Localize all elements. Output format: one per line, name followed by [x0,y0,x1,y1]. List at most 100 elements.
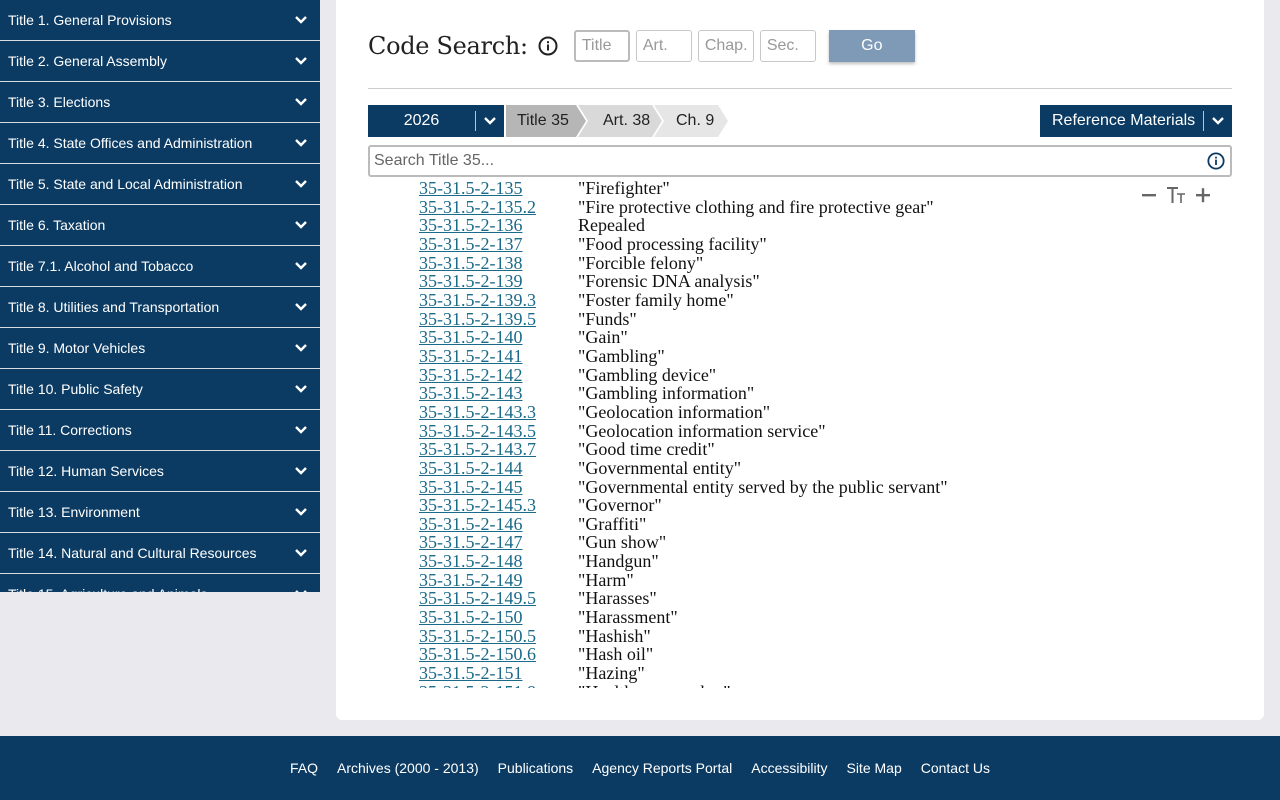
definition-row: 35-31.5-2-149.5 "Harasses" [419,589,948,608]
section-link[interactable]: 35-31.5-2-150.5 [419,627,578,646]
chevron-down-icon[interactable] [294,177,308,191]
chevron-down-icon[interactable] [294,54,308,68]
title-search-field[interactable] [368,145,1232,177]
section-link[interactable]: 35-31.5-2-143 [419,384,578,403]
section-link[interactable]: 35-31.5-2-145 [419,477,578,497]
title-search-input[interactable] [374,152,1206,170]
section-link[interactable]: 35-31.5-2-150.6 [419,645,578,664]
sidebar-item[interactable]: Title 10. Public Safety [0,369,320,410]
section-link[interactable]: 35-31.5-2-149.5 [419,589,578,608]
chevron-down-icon[interactable] [294,218,308,232]
sidebar-item[interactable]: Title 13. Environment [0,492,320,533]
section-link[interactable]: 35-31.5-2-139.3 [419,291,578,310]
sidebar-item[interactable]: Title 7.1. Alcohol and Tobacco [0,246,320,287]
footer-link[interactable]: Publications [498,760,574,776]
chevron-down-icon[interactable] [294,464,308,478]
chevron-down-icon[interactable] [294,300,308,314]
section-link[interactable]: 35-31.5-2-148 [419,552,578,571]
section-link[interactable]: 35-31.5-2-143.7 [419,440,578,459]
section-link[interactable]: 35-31.5-2-136 [419,216,578,235]
section-link[interactable]: 35-31.5-2-142 [419,365,578,385]
definition-term: "Funds" [578,308,637,329]
section-link[interactable]: 35-31.5-2-145.3 [419,496,578,515]
breadcrumb-title[interactable]: Title 35 [506,105,586,137]
sidebar-item[interactable]: Title 12. Human Services [0,451,320,492]
definition-term: "Governor" [578,495,662,516]
section-link[interactable]: 35-31.5-2-149 [419,571,578,590]
chevron-down-icon[interactable] [294,546,308,560]
year-select[interactable]: 2026 [368,105,504,137]
footer-link[interactable]: FAQ [290,760,318,776]
sidebar-item[interactable]: Title 9. Motor Vehicles [0,328,320,369]
sidebar-item[interactable]: Title 3. Elections [0,82,320,123]
section-link[interactable]: 35-31.5-2-139 [419,272,578,291]
section-link[interactable]: 35-31.5-2-135 [419,180,578,198]
section-link[interactable]: 35-31.5-2-137 [419,235,578,254]
sidebar-item[interactable]: Title 14. Natural and Cultural Resources [0,533,320,574]
definition-term: "Graffiti" [578,513,647,534]
definition-term: "Gambling information" [578,383,755,404]
definition-row: 35-31.5-2-151 "Hazing" [419,664,948,683]
section-link[interactable]: 35-31.5-2-143.3 [419,403,578,422]
breadcrumb-article[interactable]: Art. 38 [578,105,662,137]
section-link[interactable]: 35-31.5-2-139.5 [419,309,578,329]
sidebar-item-label: Title 3. Elections [8,94,111,110]
footer-link[interactable]: Agency Reports Portal [592,760,732,776]
section-link[interactable]: 35-31.5-2-146 [419,515,578,534]
section-input[interactable]: Sec. [759,30,816,62]
section-link[interactable]: 35-31.5-2-135.2 [419,197,578,217]
go-button[interactable]: Go [828,30,915,62]
minus-icon[interactable] [1140,186,1158,209]
sidebar-item-label: Title 5. State and Local Administration [8,176,243,192]
breadcrumb-chapter[interactable]: Ch. 9 [654,105,728,137]
chapter-input[interactable]: Chap. [697,30,754,62]
section-link[interactable]: 35-31.5-2-140 [419,328,578,347]
article-input[interactable]: Art. [635,30,692,62]
footer-link[interactable]: Archives (2000 - 2013) [337,760,479,776]
sidebar-item[interactable]: Title 5. State and Local Administration [0,164,320,205]
chevron-down-icon[interactable] [294,505,308,519]
definition-term: "Gambling" [578,345,665,366]
chevron-down-icon[interactable] [294,136,308,150]
chevron-down-icon[interactable] [294,95,308,109]
code-search-row: Code Search: Title Art. Chap. Sec. Go [368,30,915,62]
chevron-down-icon[interactable] [294,423,308,437]
section-link[interactable]: 35-31.5-2-150 [419,608,578,627]
chevron-down-icon[interactable] [294,341,308,355]
sidebar-item[interactable]: Title 15. Agriculture and Animals [0,574,320,592]
footer-link[interactable]: Accessibility [751,760,827,776]
definition-term: "Geolocation information service" [578,420,826,441]
section-link[interactable]: 35-31.5-2-151.8 [419,683,578,688]
definition-row: 35-31.5-2-139.3 "Foster family home" [419,291,948,310]
footer-link[interactable]: Site Map [846,760,901,776]
sidebar-item[interactable]: Title 11. Corrections [0,410,320,451]
definition-term: "Harassment" [578,607,678,628]
chevron-down-icon[interactable] [294,382,308,396]
sidebar-item-label: Title 8. Utilities and Transportation [8,299,220,315]
info-icon[interactable] [1206,151,1226,171]
definition-row: 35-31.5-2-151.8"Health care worker" [419,683,948,688]
chevron-down-icon[interactable] [294,587,308,592]
section-link[interactable]: 35-31.5-2-141 [419,347,578,366]
section-link[interactable]: 35-31.5-2-143.5 [419,421,578,441]
section-link[interactable]: 35-31.5-2-144 [419,459,578,478]
section-link[interactable]: 35-31.5-2-147 [419,533,578,552]
chevron-down-icon[interactable] [294,13,308,27]
reference-materials-button[interactable]: Reference Materials [1040,105,1232,137]
title-input[interactable]: Title [573,30,630,62]
footer-link[interactable]: Contact Us [921,760,990,776]
sidebar-item[interactable]: Title 6. Taxation [0,205,320,246]
sidebar-item[interactable]: Title 4. State Offices and Administratio… [0,123,320,164]
sidebar-item-label: Title 12. Human Services [8,463,164,479]
section-link[interactable]: 35-31.5-2-151 [419,664,578,683]
plus-icon[interactable] [1194,186,1212,209]
chevron-down-icon[interactable] [294,259,308,273]
info-icon[interactable] [538,36,558,56]
sidebar-item[interactable]: Title 1. General Provisions [0,0,320,41]
text-size-icon[interactable] [1166,186,1186,209]
definition-row: 35-31.5-2-135 "Firefighter" [419,180,948,198]
section-link[interactable]: 35-31.5-2-138 [419,253,578,273]
sidebar-item[interactable]: Title 2. General Assembly [0,41,320,82]
definition-row: 35-31.5-2-136 Repealed [419,216,948,235]
sidebar-item[interactable]: Title 8. Utilities and Transportation [0,287,320,328]
